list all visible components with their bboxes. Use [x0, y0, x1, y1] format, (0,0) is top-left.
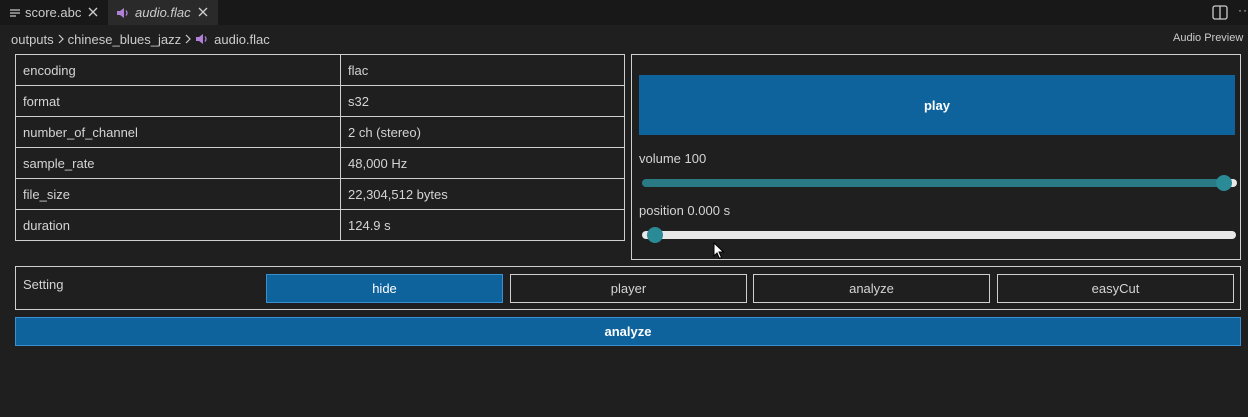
table-row: duration 124.9 s: [15, 209, 625, 241]
info-value: flac: [340, 54, 625, 86]
player-button[interactable]: player: [510, 274, 747, 303]
tab-label: score.abc: [25, 5, 82, 20]
split-editor-icon[interactable]: [1212, 5, 1228, 23]
volume-slider[interactable]: [642, 175, 1237, 191]
hide-button[interactable]: hide: [266, 274, 503, 303]
breadcrumb-item[interactable]: chinese_blues_jazz: [68, 32, 181, 47]
info-key: duration: [15, 209, 341, 241]
mouse-cursor-icon: [713, 241, 725, 263]
close-icon[interactable]: [196, 5, 210, 19]
more-actions-icon[interactable]: ···: [1238, 3, 1248, 17]
table-row: number_of_channel 2 ch (stereo): [15, 116, 625, 148]
info-key: encoding: [15, 54, 341, 86]
breadcrumb-item[interactable]: audio.flac: [214, 32, 270, 47]
info-key: number_of_channel: [15, 116, 341, 148]
breadcrumb-item[interactable]: outputs: [11, 32, 54, 47]
play-button[interactable]: play: [639, 75, 1235, 135]
table-row: sample_rate 48,000 Hz: [15, 147, 625, 179]
easycut-button[interactable]: easyCut: [997, 274, 1234, 303]
info-key: format: [15, 85, 341, 117]
tab-score-abc[interactable]: score.abc: [0, 0, 108, 25]
position-label: position 0.000 s: [639, 203, 731, 218]
tab-label: audio.flac: [135, 5, 191, 20]
info-value: 124.9 s: [340, 209, 625, 241]
info-value: 2 ch (stereo): [340, 116, 625, 148]
info-key: file_size: [15, 178, 341, 210]
preview-mode-label[interactable]: Audio Preview: [1173, 32, 1243, 44]
volume-label: volume 100: [639, 151, 707, 166]
analyze-button[interactable]: analyze: [15, 317, 1241, 346]
tab-audio-flac[interactable]: audio.flac: [108, 0, 218, 25]
speaker-icon: [195, 33, 209, 45]
info-value: 22,304,512 bytes: [340, 178, 625, 210]
speaker-icon: [116, 7, 130, 19]
position-slider-thumb[interactable]: [647, 227, 663, 243]
volume-slider-thumb[interactable]: [1216, 175, 1232, 191]
chevron-right-icon: [57, 34, 65, 44]
lines-icon: [10, 8, 20, 18]
breadcrumb: outputs chinese_blues_jazz audio.flac: [11, 30, 270, 48]
player-panel: play volume 100 position 0.000 s: [631, 54, 1241, 260]
setting-label: Setting: [23, 277, 64, 292]
chevron-right-icon: [184, 34, 192, 44]
info-value: 48,000 Hz: [340, 147, 625, 179]
close-icon[interactable]: [86, 5, 100, 19]
setting-panel: Setting hide player analyze easyCut: [15, 266, 1241, 310]
info-key: sample_rate: [15, 147, 341, 179]
table-row: file_size 22,304,512 bytes: [15, 178, 625, 210]
tab-bar: score.abc audio.flac ···: [0, 0, 1248, 25]
audio-info-table: encoding flac format s32 number_of_chann…: [15, 54, 625, 241]
position-slider[interactable]: [642, 227, 1236, 243]
table-row: format s32: [15, 85, 625, 117]
analyze-tab-button[interactable]: analyze: [753, 274, 990, 303]
info-value: s32: [340, 85, 625, 117]
table-row: encoding flac: [15, 54, 625, 86]
